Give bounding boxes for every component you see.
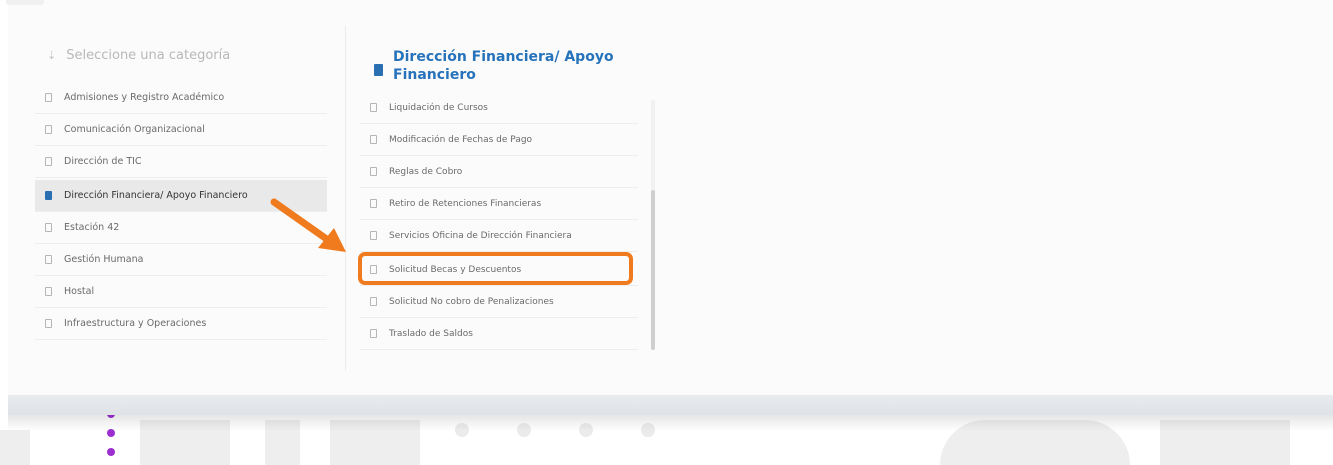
document-icon: [370, 231, 377, 240]
document-icon: [370, 135, 377, 144]
document-icon: [45, 223, 52, 232]
document-icon: [370, 103, 377, 112]
subcategory-item-label: Reglas de Cobro: [389, 166, 463, 177]
category-list-title: Seleccione una categoría: [66, 48, 231, 63]
top-left-tab: [6, 0, 44, 5]
subcategory-item[interactable]: Servicios Oficina de Dirección Financier…: [360, 220, 638, 252]
document-icon: [370, 329, 377, 338]
subcategory-item-label: Liquidación de Cursos: [389, 102, 488, 113]
subcategory-item[interactable]: Reglas de Cobro: [360, 156, 638, 188]
category-item-label: Hostal: [64, 286, 95, 297]
panel-shadow: [8, 415, 1333, 431]
subcategory-title: Dirección Financiera/ Apoyo Financiero: [393, 49, 614, 83]
subcategory-item[interactable]: Modificación de Fechas de Pago: [360, 124, 638, 156]
document-icon: [45, 255, 52, 264]
document-icon: [45, 191, 52, 200]
background-shape-left: [0, 430, 30, 465]
category-item-label: Dirección Financiera/ Apoyo Financiero: [64, 190, 248, 201]
document-icon: [45, 93, 52, 102]
download-icon: ⇣: [47, 49, 57, 62]
category-list-header: ⇣ Seleccione una categoría: [47, 48, 230, 63]
subcategory-item[interactable]: Solicitud No cobro de Penalizaciones: [360, 286, 638, 318]
category-item[interactable]: Hostal: [35, 276, 327, 308]
category-item-label: Gestión Humana: [64, 254, 144, 265]
category-item-label: Dirección de TIC: [64, 156, 142, 167]
subcategory-item-label: Servicios Oficina de Dirección Financier…: [389, 230, 572, 241]
document-icon: [370, 167, 377, 176]
subcategory-header: Dirección Financiera/ Apoyo Financiero: [370, 48, 630, 84]
category-item-label: Admisiones y Registro Académico: [64, 92, 225, 103]
subcategory-item-label: Solicitud No cobro de Penalizaciones: [389, 296, 554, 307]
document-icon: [370, 199, 377, 208]
document-icon: [374, 64, 383, 76]
subcategory-item-label: Modificación de Fechas de Pago: [389, 134, 533, 145]
category-item[interactable]: Admisiones y Registro Académico: [35, 82, 327, 114]
document-icon: [45, 125, 52, 134]
annotation-highlight-box: [358, 252, 633, 285]
category-item[interactable]: Infraestructura y Operaciones: [35, 308, 327, 340]
document-icon: [45, 157, 52, 166]
category-item-label: Estación 42: [64, 222, 120, 233]
subcategory-item[interactable]: Liquidación de Cursos: [360, 92, 638, 124]
document-icon: [370, 297, 377, 306]
scrollbar-thumb[interactable]: [651, 190, 655, 350]
document-icon: [45, 319, 52, 328]
category-item[interactable]: Dirección de TIC: [35, 146, 327, 178]
category-item-label: Comunicación Organizacional: [64, 124, 205, 135]
subcategory-item[interactable]: Traslado de Saldos: [360, 318, 638, 350]
category-item-label: Infraestructura y Operaciones: [64, 318, 207, 329]
category-item[interactable]: Comunicación Organizacional: [35, 114, 327, 146]
document-icon: [45, 287, 52, 296]
panel-footer-bar: [8, 395, 1333, 415]
decorative-dot: [107, 448, 115, 456]
subcategory-item-label: Retiro de Retenciones Financieras: [389, 198, 542, 209]
subcategory-item[interactable]: Retiro de Retenciones Financieras: [360, 188, 638, 220]
subcategory-item-label: Traslado de Saldos: [389, 328, 473, 339]
annotation-arrow-icon: [270, 198, 346, 252]
